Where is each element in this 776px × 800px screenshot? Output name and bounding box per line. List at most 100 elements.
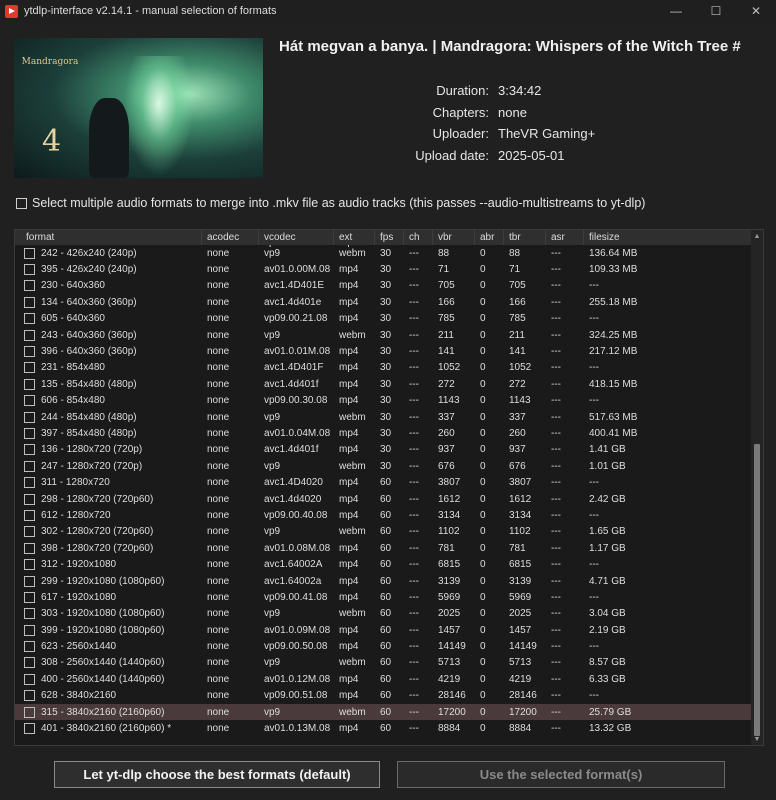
cell-format[interactable]: 242 - 426x240 (240p) — [15, 247, 202, 259]
cell-format[interactable]: 298 - 1280x720 (720p60) — [15, 493, 202, 505]
header-fps[interactable]: fps — [375, 230, 404, 245]
table-row[interactable]: 135 - 854x480 (480p) none avc1.4d401f mp4 30… — [15, 376, 751, 392]
header-format[interactable]: format — [15, 230, 202, 245]
table-row[interactable]: 231 - 854x480 none avc1.4D401F mp4 30 --- 1052… — [15, 360, 751, 376]
cell-format[interactable]: 247 - 1280x720 (720p) — [15, 460, 202, 472]
table-row[interactable]: 136 - 1280x720 (720p) none avc1.4d401f mp4 3… — [15, 442, 751, 458]
scrollbar-thumb[interactable] — [754, 444, 760, 736]
cell-format[interactable]: 612 - 1280x720 — [15, 509, 202, 521]
cell-format[interactable]: 617 - 1920x1080 — [15, 591, 202, 603]
row-checkbox[interactable] — [24, 673, 35, 685]
cell-format[interactable]: 299 - 1920x1080 (1080p60) — [15, 575, 202, 587]
row-checkbox[interactable] — [24, 509, 35, 521]
row-checkbox[interactable] — [24, 346, 35, 358]
row-checkbox[interactable] — [24, 706, 35, 718]
cell-format[interactable]: 134 - 640x360 (360p) — [15, 296, 202, 308]
table-row[interactable]: 617 - 1920x1080 none vp09.00.41.08 mp4 60 ---… — [15, 589, 751, 605]
row-checkbox[interactable] — [24, 608, 35, 620]
table-row[interactable]: 397 - 854x480 (480p) none av01.0.04M.08 mp4… — [15, 425, 751, 441]
row-checkbox[interactable] — [24, 575, 35, 587]
row-checkbox[interactable] — [24, 296, 35, 308]
row-checkbox[interactable] — [24, 395, 35, 407]
table-row[interactable]: 303 - 1920x1080 (1080p60) none vp9 webm 60 --… — [15, 606, 751, 622]
row-checkbox[interactable] — [24, 723, 35, 735]
close-button[interactable]: ✕ — [736, 0, 776, 22]
header-ch[interactable]: ch — [404, 230, 433, 245]
cell-format[interactable]: 606 - 854x480 — [15, 395, 202, 407]
table-row[interactable]: 396 - 640x360 (360p) none av01.0.01M.08 mp4… — [15, 343, 751, 359]
cell-format[interactable]: 623 - 2560x1440 — [15, 641, 202, 653]
table-row[interactable]: 298 - 1280x720 (720p60) none avc1.4d4020 mp… — [15, 491, 751, 507]
cell-format[interactable]: 628 - 3840x2160 — [15, 690, 202, 702]
row-checkbox[interactable] — [24, 247, 35, 259]
row-checkbox[interactable] — [24, 444, 35, 456]
cell-format[interactable]: 397 - 854x480 (480p) — [15, 427, 202, 439]
header-abr[interactable]: abr — [475, 230, 504, 245]
table-row[interactable]: 244 - 854x480 (480p) none vp9 webm 30 --- 337 0… — [15, 409, 751, 425]
table-row[interactable]: 315 - 3840x2160 (2160p60) none vp9 webm 60 --… — [15, 703, 751, 721]
cell-format[interactable]: 308 - 2560x1440 (1440p60) — [15, 657, 202, 669]
row-checkbox[interactable] — [24, 427, 35, 439]
header-acodec[interactable]: acodec — [202, 230, 259, 245]
row-checkbox[interactable] — [24, 559, 35, 571]
maximize-button[interactable]: ☐ — [696, 0, 736, 22]
row-checkbox[interactable] — [24, 460, 35, 472]
table-row[interactable]: 399 - 1920x1080 (1080p60) none av01.0.09M.… — [15, 622, 751, 638]
header-vbr[interactable]: vbr — [433, 230, 475, 245]
row-checkbox[interactable] — [24, 624, 35, 636]
header-ext[interactable]: ext — [334, 230, 375, 245]
cell-format[interactable]: 396 - 640x360 (360p) — [15, 346, 202, 358]
scroll-up-arrow-icon[interactable]: ▲ — [751, 230, 763, 242]
cell-format[interactable]: 231 - 854x480 — [15, 362, 202, 374]
row-checkbox[interactable] — [24, 542, 35, 554]
cell-format[interactable]: 400 - 2560x1440 (1440p60) — [15, 673, 202, 685]
minimize-button[interactable]: — — [656, 0, 696, 22]
cell-format[interactable]: 230 - 640x360 — [15, 280, 202, 292]
table-row[interactable]: 398 - 1280x720 (720p60) none av01.0.08M.08… — [15, 540, 751, 556]
table-row[interactable]: 134 - 640x360 (360p) none avc1.4d401e mp4 30… — [15, 294, 751, 310]
table-row[interactable]: 605 - 640x360 none vp09.00.21.08 mp4 30 --- 78… — [15, 311, 751, 327]
multi-audio-option[interactable]: Select multiple audio formats to merge i… — [16, 196, 645, 210]
row-checkbox[interactable] — [24, 411, 35, 423]
cell-format[interactable]: 315 - 3840x2160 (2160p60) — [15, 706, 202, 718]
best-formats-button[interactable]: Let yt-dlp choose the best formats (defa… — [54, 761, 380, 788]
row-checkbox[interactable] — [24, 657, 35, 669]
cell-format[interactable]: 605 - 640x360 — [15, 313, 202, 325]
row-checkbox[interactable] — [24, 264, 35, 276]
table-row[interactable]: 628 - 3840x2160 none vp09.00.51.08 mp4 60 ---… — [15, 688, 751, 704]
header-asr[interactable]: asr — [546, 230, 584, 245]
table-scrollbar[interactable]: ▲ ▼ — [751, 230, 763, 745]
row-checkbox[interactable] — [24, 526, 35, 538]
table-row[interactable]: 243 - 640x360 (360p) none vp9 webm 30 --- 211 0… — [15, 327, 751, 343]
table-row[interactable]: 242 - 426x240 (240p) none vp9 webm 30 --- 88 0 8… — [15, 245, 751, 261]
row-checkbox[interactable] — [24, 362, 35, 374]
cell-format[interactable]: 395 - 426x240 (240p) — [15, 264, 202, 276]
cell-format[interactable]: 399 - 1920x1080 (1080p60) — [15, 624, 202, 636]
table-row[interactable]: 311 - 1280x720 none avc1.4D4020 mp4 60 --- 380… — [15, 474, 751, 490]
header-filesize[interactable]: filesize — [584, 230, 744, 245]
table-row[interactable]: 312 - 1920x1080 none avc1.64002A mp4 60 --- 68… — [15, 556, 751, 572]
row-checkbox[interactable] — [24, 378, 35, 390]
cell-format[interactable]: 244 - 854x480 (480p) — [15, 411, 202, 423]
cell-format[interactable]: 136 - 1280x720 (720p) — [15, 444, 202, 456]
row-checkbox[interactable] — [24, 313, 35, 325]
table-row[interactable]: 400 - 2560x1440 (1440p60) none av01.0.12M.… — [15, 671, 751, 687]
row-checkbox[interactable] — [24, 280, 35, 292]
scroll-down-arrow-icon[interactable]: ▼ — [751, 733, 763, 745]
cell-format[interactable]: 303 - 1920x1080 (1080p60) — [15, 608, 202, 620]
table-row[interactable]: 395 - 426x240 (240p) none av01.0.00M.08 mp4… — [15, 261, 751, 277]
table-row[interactable]: 308 - 2560x1440 (1440p60) none vp9 webm 60 --… — [15, 655, 751, 671]
cell-format[interactable]: 398 - 1280x720 (720p60) — [15, 542, 202, 554]
table-row[interactable]: 230 - 640x360 none avc1.4D401E mp4 30 --- 705 0… — [15, 278, 751, 294]
cell-format[interactable]: 302 - 1280x720 (720p60) — [15, 526, 202, 538]
table-row[interactable]: 606 - 854x480 none vp09.00.30.08 mp4 30 --- 11… — [15, 393, 751, 409]
row-checkbox[interactable] — [24, 690, 35, 702]
use-selected-formats-button[interactable]: Use the selected format(s) — [397, 761, 725, 788]
cell-format[interactable]: 401 - 3840x2160 (2160p60) * — [15, 723, 202, 735]
header-tbr[interactable]: tbr — [504, 230, 546, 245]
cell-format[interactable]: 312 - 1920x1080 — [15, 559, 202, 571]
row-checkbox[interactable] — [24, 591, 35, 603]
table-row[interactable]: 299 - 1920x1080 (1080p60) none avc1.64002a… — [15, 573, 751, 589]
multi-audio-checkbox[interactable] — [16, 197, 27, 209]
cell-format[interactable]: 243 - 640x360 (360p) — [15, 329, 202, 341]
